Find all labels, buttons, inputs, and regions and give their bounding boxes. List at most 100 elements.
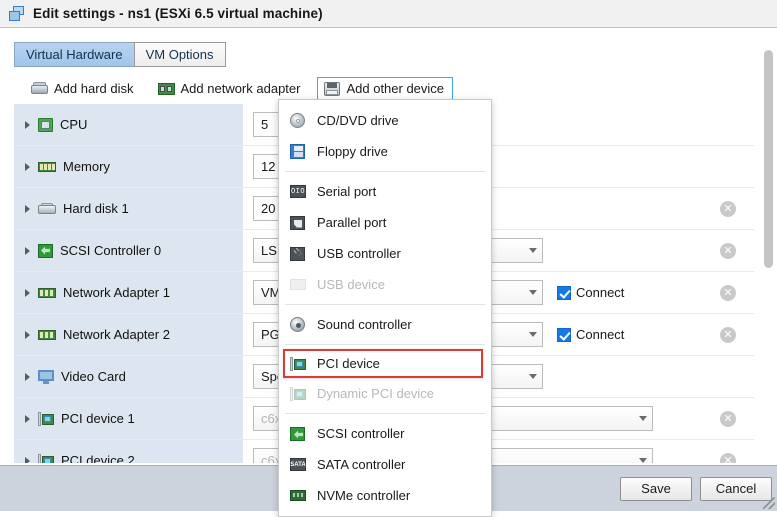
pci-device-icon bbox=[290, 386, 308, 401]
add-other-device-button[interactable]: Add other device bbox=[317, 77, 454, 100]
device-name-cell: Network Adapter 2 bbox=[14, 314, 244, 355]
device-label: Video Card bbox=[61, 369, 126, 384]
connect-label: Connect bbox=[576, 327, 625, 342]
add-hard-disk-button[interactable]: Add hard disk bbox=[24, 77, 143, 100]
menu-separator bbox=[285, 304, 485, 305]
resize-handle[interactable] bbox=[763, 497, 775, 509]
menu-separator bbox=[285, 171, 485, 172]
menu-item-sata-controller[interactable]: SATA SATA controller bbox=[279, 449, 491, 480]
menu-item-dynamic-pci-device: Dynamic PCI device bbox=[279, 378, 491, 409]
hard-disk-icon bbox=[31, 82, 48, 95]
menu-item-sound-controller[interactable]: Sound controller bbox=[279, 309, 491, 340]
vertical-scrollbar[interactable] bbox=[764, 40, 773, 464]
connect-checkbox-2[interactable]: Connect bbox=[557, 327, 624, 342]
chevron-down-icon bbox=[639, 416, 647, 421]
pci-device-icon bbox=[38, 411, 54, 426]
network-adapter-icon bbox=[38, 287, 56, 299]
menu-item-label: CD/DVD drive bbox=[317, 113, 399, 128]
vm-windows-icon bbox=[8, 5, 26, 23]
hard-disk-icon bbox=[38, 202, 56, 215]
tab-strip: Virtual Hardware VM Options bbox=[14, 42, 226, 67]
other-device-icon bbox=[324, 81, 341, 96]
add-network-adapter-button[interactable]: Add network adapter bbox=[151, 77, 310, 100]
video-card-icon bbox=[38, 369, 54, 384]
usb-controller-icon bbox=[290, 246, 308, 261]
menu-item-label: Serial port bbox=[317, 184, 377, 199]
device-label: PCI device 1 bbox=[61, 411, 135, 426]
device-name-cell: Hard disk 1 bbox=[14, 188, 244, 229]
menu-item-cd-dvd-drive[interactable]: CD/DVD drive bbox=[279, 105, 491, 136]
checkbox-icon[interactable] bbox=[557, 285, 571, 300]
device-label: CPU bbox=[60, 117, 88, 132]
parallel-port-icon bbox=[290, 215, 308, 230]
menu-item-label: Dynamic PCI device bbox=[317, 386, 435, 401]
expand-caret-icon[interactable] bbox=[25, 204, 30, 213]
add-hard-disk-label: Add hard disk bbox=[54, 81, 134, 96]
chevron-down-icon bbox=[529, 248, 537, 253]
menu-item-label: SATA controller bbox=[317, 457, 406, 472]
device-label: Network Adapter 1 bbox=[63, 285, 170, 300]
chevron-down-icon bbox=[529, 332, 537, 337]
network-adapter-icon bbox=[157, 82, 175, 95]
device-toolbar: Add hard disk Add network adapter Add ot… bbox=[24, 77, 454, 100]
menu-item-label: NVMe controller bbox=[317, 488, 411, 503]
menu-separator bbox=[285, 413, 485, 414]
expand-caret-icon[interactable] bbox=[25, 330, 30, 339]
menu-item-nvme-controller[interactable]: NVMe controller bbox=[279, 480, 491, 511]
connect-label: Connect bbox=[576, 285, 625, 300]
save-button[interactable]: Save bbox=[620, 477, 692, 501]
page-title: Edit settings - ns1 (ESXi 6.5 virtual ma… bbox=[33, 6, 323, 21]
device-name-cell: SCSI Controller 0 bbox=[14, 230, 244, 271]
add-other-device-menu: CD/DVD drive Floppy drive OIO Serial por… bbox=[278, 99, 492, 517]
sata-controller-icon: SATA bbox=[290, 457, 308, 472]
cpu-icon bbox=[38, 117, 53, 132]
scsi-controller-icon bbox=[38, 243, 53, 258]
sound-controller-icon bbox=[290, 317, 308, 332]
menu-item-label: Floppy drive bbox=[317, 144, 388, 159]
chevron-down-icon bbox=[529, 374, 537, 379]
expand-caret-icon[interactable] bbox=[25, 246, 30, 255]
menu-item-parallel-port[interactable]: Parallel port bbox=[279, 207, 491, 238]
menu-item-label: Sound controller bbox=[317, 317, 412, 332]
menu-item-usb-controller[interactable]: USB controller bbox=[279, 238, 491, 269]
title-bar: Edit settings - ns1 (ESXi 6.5 virtual ma… bbox=[0, 0, 777, 28]
checkbox-icon[interactable] bbox=[557, 327, 571, 342]
add-network-adapter-label: Add network adapter bbox=[180, 81, 301, 96]
device-label: Network Adapter 2 bbox=[63, 327, 170, 342]
device-label: Memory bbox=[63, 159, 110, 174]
device-label: SCSI Controller 0 bbox=[60, 243, 162, 258]
menu-item-label: USB controller bbox=[317, 246, 401, 261]
menu-item-serial-port[interactable]: OIO Serial port bbox=[279, 176, 491, 207]
edit-settings-dialog: Edit settings - ns1 (ESXi 6.5 virtual ma… bbox=[0, 0, 777, 517]
menu-item-pci-device[interactable]: PCI device bbox=[283, 349, 483, 378]
menu-item-label: Parallel port bbox=[317, 215, 387, 230]
menu-item-usb-device: USB device bbox=[279, 269, 491, 300]
remove-device-button[interactable]: ✕ bbox=[720, 200, 736, 217]
remove-device-button[interactable]: ✕ bbox=[720, 242, 736, 259]
expand-caret-icon[interactable] bbox=[25, 162, 30, 171]
network-adapter-icon bbox=[38, 329, 56, 341]
device-name-cell: CPU bbox=[14, 104, 244, 145]
device-name-cell: Network Adapter 1 bbox=[14, 272, 244, 313]
remove-device-button[interactable]: ✕ bbox=[720, 284, 736, 301]
menu-item-label: USB device bbox=[317, 277, 385, 292]
expand-caret-icon[interactable] bbox=[25, 414, 30, 423]
cancel-button[interactable]: Cancel bbox=[700, 477, 772, 501]
remove-device-button[interactable]: ✕ bbox=[720, 326, 736, 343]
expand-caret-icon[interactable] bbox=[25, 372, 30, 381]
menu-item-label: SCSI controller bbox=[317, 426, 405, 441]
menu-item-floppy-drive[interactable]: Floppy drive bbox=[279, 136, 491, 167]
menu-item-scsi-controller[interactable]: SCSI controller bbox=[279, 418, 491, 449]
serial-port-icon: OIO bbox=[290, 184, 308, 199]
tab-virtual-hardware[interactable]: Virtual Hardware bbox=[14, 42, 134, 67]
expand-caret-icon[interactable] bbox=[25, 288, 30, 297]
connect-checkbox-1[interactable]: Connect bbox=[557, 285, 624, 300]
usb-device-icon bbox=[290, 277, 308, 292]
remove-device-button[interactable]: ✕ bbox=[720, 410, 736, 427]
floppy-icon bbox=[290, 144, 308, 159]
expand-caret-icon[interactable] bbox=[25, 120, 30, 129]
menu-item-label: PCI device bbox=[317, 356, 380, 371]
device-name-cell: PCI device 1 bbox=[14, 398, 244, 439]
scrollbar-thumb[interactable] bbox=[764, 50, 773, 268]
tab-vm-options[interactable]: VM Options bbox=[133, 42, 226, 67]
